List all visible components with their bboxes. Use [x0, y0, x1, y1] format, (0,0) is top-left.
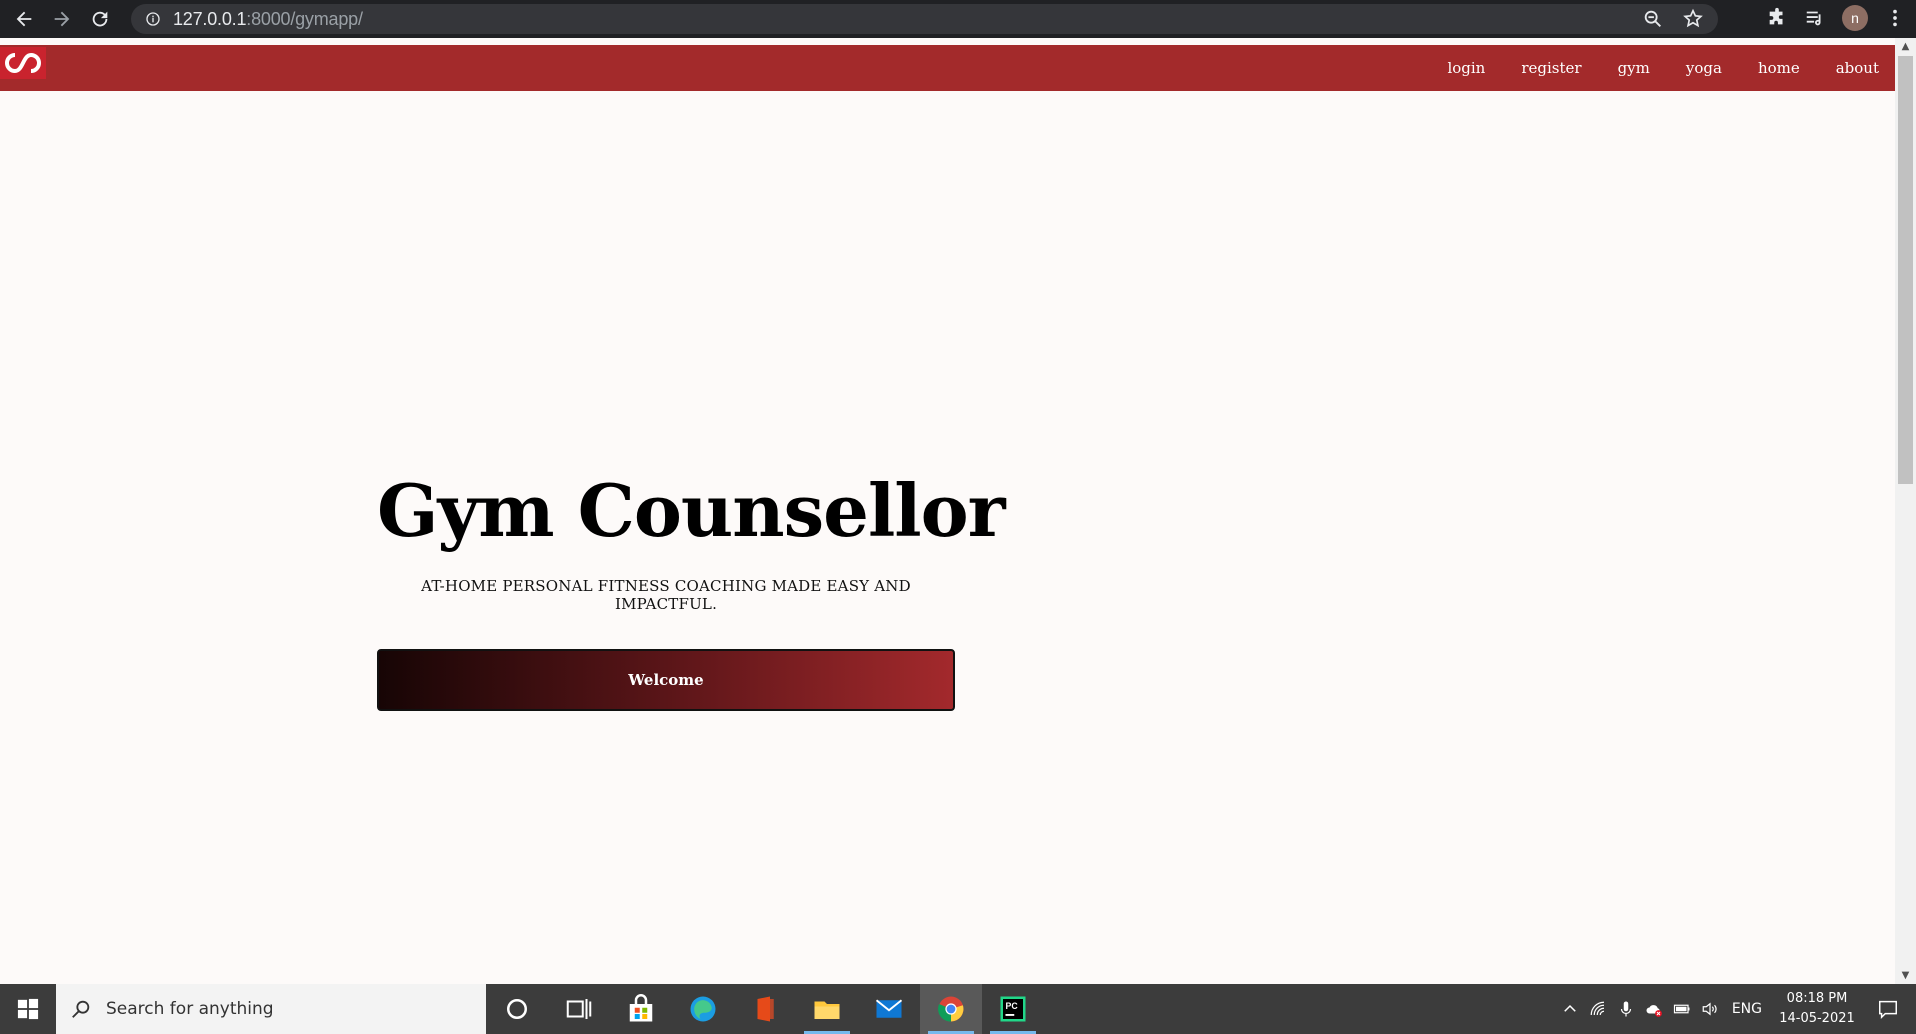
profile-avatar[interactable]: n: [1842, 5, 1868, 31]
taskbar-clock[interactable]: 08:18 PM 14-05-2021: [1774, 989, 1860, 1029]
store-bag-icon: [629, 994, 653, 1022]
pycharm-icon: PC: [1000, 996, 1026, 1022]
url-host: 127.0.0.1: [173, 8, 247, 29]
scroll-down-arrow-icon[interactable]: ▼: [1895, 967, 1916, 984]
search-icon: [72, 1000, 90, 1018]
taskbar-pycharm[interactable]: PC: [982, 984, 1044, 1034]
media-queue-icon[interactable]: [1804, 7, 1826, 29]
bookmark-star-icon[interactable]: [1682, 8, 1704, 30]
hero-title: Gym Counsellor: [377, 468, 1006, 553]
taskbar-edge[interactable]: [672, 984, 734, 1034]
system-tray: ENG 08:18 PM 14-05-2021: [1556, 984, 1916, 1034]
forward-button[interactable]: [48, 5, 76, 33]
reload-button[interactable]: [86, 5, 114, 33]
tray-onedrive[interactable]: [1640, 984, 1668, 1034]
scroll-up-arrow-icon[interactable]: ▲: [1895, 38, 1916, 55]
chrome-icon: [938, 996, 964, 1022]
taskbar-office[interactable]: [734, 984, 796, 1034]
folder-icon: [814, 1001, 840, 1019]
forward-arrow-icon: [54, 11, 70, 27]
site-navbar: login register gym yoga home about: [0, 45, 1895, 91]
clock-date: 14-05-2021: [1779, 1011, 1855, 1026]
page-viewport: login register gym yoga home about Gym C…: [0, 38, 1916, 984]
back-arrow-icon: [16, 11, 32, 27]
nav-link-home[interactable]: home: [1758, 59, 1800, 77]
browser-toolbar: 127.0.0.1:8000/gymapp/ n: [0, 0, 1916, 38]
tray-network[interactable]: [1584, 984, 1612, 1034]
taskbar-search-placeholder: Search for anything: [106, 999, 274, 1019]
speaker-icon: [1702, 1002, 1717, 1016]
microphone-icon: [1620, 1001, 1631, 1017]
task-view-icon: [566, 999, 592, 1019]
scroll-thumb[interactable]: [1898, 56, 1913, 484]
nav-link-register[interactable]: register: [1521, 59, 1581, 77]
nav-link-yoga[interactable]: yoga: [1686, 59, 1722, 77]
notification-center-button[interactable]: [1860, 984, 1916, 1034]
input-language[interactable]: ENG: [1732, 1001, 1762, 1017]
edge-browser-icon: [690, 996, 716, 1022]
notification-icon: [1879, 1000, 1897, 1020]
svg-text:PC: PC: [1006, 1001, 1019, 1011]
clock-time: 08:18 PM: [1786, 991, 1848, 1006]
taskbar-file-explorer[interactable]: [796, 984, 858, 1034]
taskbar-mail[interactable]: [858, 984, 920, 1034]
browser-menu-icon[interactable]: [1884, 7, 1906, 29]
tray-microphone[interactable]: [1612, 984, 1640, 1034]
hero-subtitle: AT-HOME PERSONAL FITNESS COACHING MADE E…: [421, 577, 911, 613]
taskbar-search-box[interactable]: Search for anything: [56, 984, 486, 1034]
office-icon: [757, 996, 774, 1022]
chevron-up-icon: [1564, 1004, 1576, 1012]
cortana-circle-icon: [507, 999, 527, 1019]
taskbar-chrome[interactable]: [920, 984, 982, 1034]
wifi-icon: [1590, 1001, 1604, 1016]
taskbar-store[interactable]: [610, 984, 672, 1034]
hero-section: Gym Counsellor AT-HOME PERSONAL FITNESS …: [377, 468, 1006, 711]
info-icon[interactable]: [145, 11, 161, 27]
task-view-button[interactable]: [548, 984, 610, 1034]
extensions-puzzle-icon[interactable]: [1766, 7, 1788, 29]
url-path: :8000/gymapp/: [246, 8, 363, 29]
battery-icon: [1673, 1004, 1690, 1014]
nav-links: login register gym yoga home about: [1447, 45, 1895, 91]
tray-volume[interactable]: [1696, 984, 1724, 1034]
avatar-letter: n: [1851, 10, 1859, 26]
back-button[interactable]: [10, 5, 38, 33]
welcome-button[interactable]: Welcome: [377, 649, 955, 711]
site-logo[interactable]: [0, 47, 46, 79]
nav-link-gym[interactable]: gym: [1618, 59, 1650, 77]
cloud-error-icon: [1646, 1005, 1662, 1017]
cortana-button[interactable]: [486, 984, 548, 1034]
welcome-button-label: Welcome: [628, 671, 704, 689]
logo-icon: [5, 52, 41, 74]
windows-taskbar: Search for anything PC ENG 08:18 PM 14-0…: [0, 984, 1916, 1034]
nav-link-about[interactable]: about: [1836, 59, 1879, 77]
zoom-icon[interactable]: [1642, 8, 1664, 30]
tray-battery[interactable]: [1668, 984, 1696, 1034]
reload-icon: [92, 11, 108, 27]
windows-logo-icon: [17, 998, 39, 1020]
start-button[interactable]: [0, 984, 56, 1034]
nav-link-login[interactable]: login: [1447, 59, 1485, 77]
mail-icon: [875, 999, 903, 1018]
address-bar[interactable]: 127.0.0.1:8000/gymapp/: [131, 4, 1718, 34]
tray-overflow-button[interactable]: [1556, 984, 1584, 1034]
page-scrollbar[interactable]: ▲ ▼: [1895, 38, 1916, 984]
url-text[interactable]: 127.0.0.1:8000/gymapp/: [173, 9, 363, 30]
